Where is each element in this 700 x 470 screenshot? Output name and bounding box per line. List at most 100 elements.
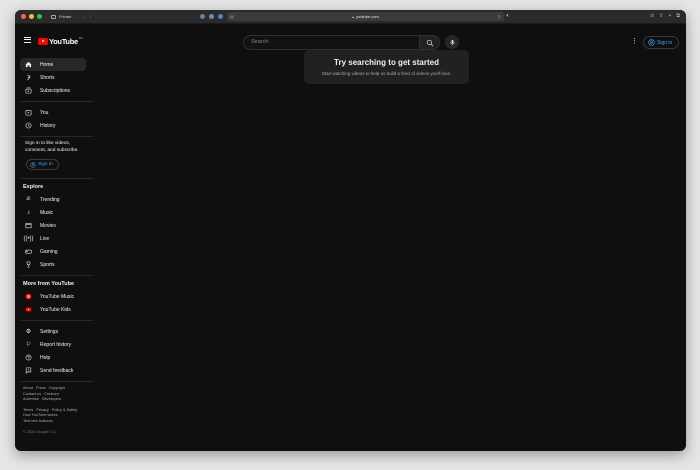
trending-icon: 🔥︎ — [26, 196, 31, 202]
sidebar-item-label: Report history — [40, 341, 72, 348]
sidebar-item-label: Settings — [40, 328, 59, 335]
shorts-icon — [25, 74, 32, 81]
extension-icons — [200, 14, 223, 19]
share-icon[interactable]: ⇪ — [659, 13, 663, 19]
search-button[interactable] — [419, 35, 440, 50]
youtube-logo[interactable]: YouTube RU — [38, 35, 84, 46]
sidebar-item-label: Movies — [40, 222, 56, 229]
sidebar-item-help[interactable]: Help — [20, 351, 86, 364]
sidebar-item-gaming[interactable]: Gaming — [20, 245, 86, 258]
flag-icon: ⚐ — [25, 342, 32, 348]
sidebar-item-youtube-music[interactable]: YouTube Music — [20, 290, 86, 303]
private-label: Private — [59, 14, 72, 19]
youtube-play-icon — [38, 38, 48, 45]
sidebar-item-shorts[interactable]: Shorts — [20, 71, 86, 84]
account-icon — [30, 161, 36, 168]
menu-icon[interactable] — [24, 37, 31, 44]
explore-heading: Explore — [23, 184, 44, 190]
empty-feed-card: Try searching to get started Start watch… — [304, 50, 469, 84]
sidebar-item-home[interactable]: Home — [20, 58, 86, 71]
sidebar-item-youtube-kids[interactable]: YouTube Kids — [20, 303, 86, 316]
sidebar-divider — [21, 136, 93, 137]
shield-icon[interactable] — [209, 14, 214, 19]
logo-text: YouTube — [49, 37, 78, 46]
sidebar-divider — [21, 101, 93, 102]
youtube-music-icon — [25, 293, 32, 300]
browser-window: Private ⌄ ‹ ▤ 🔒︎ youtube.com ↻ ◐ ⊙ ⇪ + ⧉… — [15, 10, 686, 451]
sidebar-item-live[interactable]: ((•)) Live — [20, 232, 86, 245]
sign-in-label: Sign in — [38, 162, 53, 167]
account-icon — [648, 39, 655, 46]
footer-link-developers[interactable]: Developers — [42, 397, 61, 403]
sidebar-item-music[interactable]: ♪ Music — [20, 206, 86, 219]
sign-in-button[interactable]: Sign in — [643, 36, 680, 49]
back-icon[interactable]: ‹ — [90, 14, 92, 20]
page-menu-icon[interactable]: ▤ — [230, 14, 234, 19]
sidebar-item-label: Sports — [40, 261, 55, 268]
sidebar: Home Shorts Subscriptions You History Si… — [15, 58, 99, 451]
sidebar-divider — [21, 178, 93, 179]
extension-icon[interactable] — [218, 14, 223, 19]
sidebar-item-send-feedback[interactable]: Send feedback — [20, 364, 86, 377]
sidebar-item-label: Help — [40, 354, 51, 361]
extension-icon[interactable] — [200, 14, 205, 19]
sidebar-item-label: YouTube Kids — [40, 306, 71, 313]
sidebar-item-you[interactable]: You — [20, 106, 86, 119]
feedback-icon — [25, 367, 32, 374]
sidebar-item-history[interactable]: History — [20, 119, 86, 132]
sidebar-item-movies[interactable]: Movies — [20, 219, 86, 232]
sidebar-item-settings[interactable]: ⚙︎ Settings — [20, 325, 86, 338]
sidebar-divider — [21, 320, 93, 321]
sidebar-item-sports[interactable]: Sports — [20, 258, 86, 271]
sidebar-item-label: Live — [40, 235, 50, 242]
gear-icon: ⚙︎ — [25, 329, 32, 335]
close-window-button[interactable] — [21, 14, 26, 19]
sidebar-item-label: Subscriptions — [40, 87, 71, 94]
sign-in-prompt: Sign in to like videos, comment, and sub… — [25, 141, 79, 153]
footer-link-advertise[interactable]: Advertise — [23, 397, 39, 403]
sidebar-item-label: Send feedback — [40, 367, 74, 374]
live-icon: ((•)) — [23, 235, 34, 242]
sidebar-item-label: Gaming — [40, 248, 58, 255]
browser-tools: ⊙ ⇪ + ⧉ — [650, 13, 680, 19]
minimize-window-button[interactable] — [29, 14, 34, 19]
empty-feed-title: Try searching to get started — [334, 58, 439, 67]
trophy-icon — [25, 261, 32, 268]
sidebar-item-label: Home — [40, 61, 54, 68]
more-from-youtube-heading: More from YouTube — [23, 281, 75, 287]
more-options-icon[interactable]: ⋮ — [631, 38, 638, 45]
search-input[interactable]: Search — [243, 35, 419, 50]
sidebar-item-label: You — [40, 109, 49, 116]
tab-overview-icon[interactable]: ⧉ — [676, 13, 680, 19]
sidebar-item-label: Music — [40, 209, 54, 216]
voice-search-button[interactable] — [445, 35, 459, 49]
address-bar[interactable]: ▤ 🔒︎ youtube.com ↻ — [227, 12, 504, 21]
footer-link-test-new-features[interactable]: Test new features — [23, 419, 53, 425]
microphone-icon — [449, 39, 455, 45]
sidebar-item-report-history[interactable]: ⚐ Report history — [20, 338, 86, 351]
home-icon — [25, 61, 32, 68]
new-tab-icon[interactable]: + — [669, 13, 672, 19]
reader-icon[interactable]: ◐ — [506, 13, 510, 19]
music-icon: ♪ — [27, 209, 30, 216]
sidebar-item-trending[interactable]: 🔥︎ Trending — [20, 193, 86, 206]
maximize-window-button[interactable] — [37, 14, 42, 19]
sidebar-item-subscriptions[interactable]: Subscriptions — [20, 84, 86, 97]
you-icon — [25, 109, 32, 116]
empty-feed-subtitle: Start watching videos to help us build a… — [321, 71, 452, 76]
browser-toolbar: Private ⌄ ‹ ▤ 🔒︎ youtube.com ↻ ◐ ⊙ ⇪ + ⧉ — [15, 10, 686, 24]
window-controls — [21, 14, 42, 19]
sidebar-divider — [21, 275, 93, 276]
help-icon — [25, 354, 32, 361]
chevron-down-icon[interactable]: ⌄ — [81, 14, 85, 20]
movies-icon — [25, 222, 32, 229]
youtube-kids-icon — [25, 306, 32, 313]
sidebar-item-label: Shorts — [40, 74, 55, 81]
sidebar-toggle-icon[interactable] — [51, 14, 56, 19]
reload-icon[interactable]: ↻ — [498, 14, 501, 19]
sidebar-sign-in-button[interactable]: Sign in — [26, 159, 59, 170]
subscriptions-icon — [25, 87, 32, 94]
footer-links: About Press Copyright Contact us Creator… — [23, 386, 93, 424]
region-code: RU — [78, 35, 84, 40]
download-icon[interactable]: ⊙ — [650, 13, 654, 19]
